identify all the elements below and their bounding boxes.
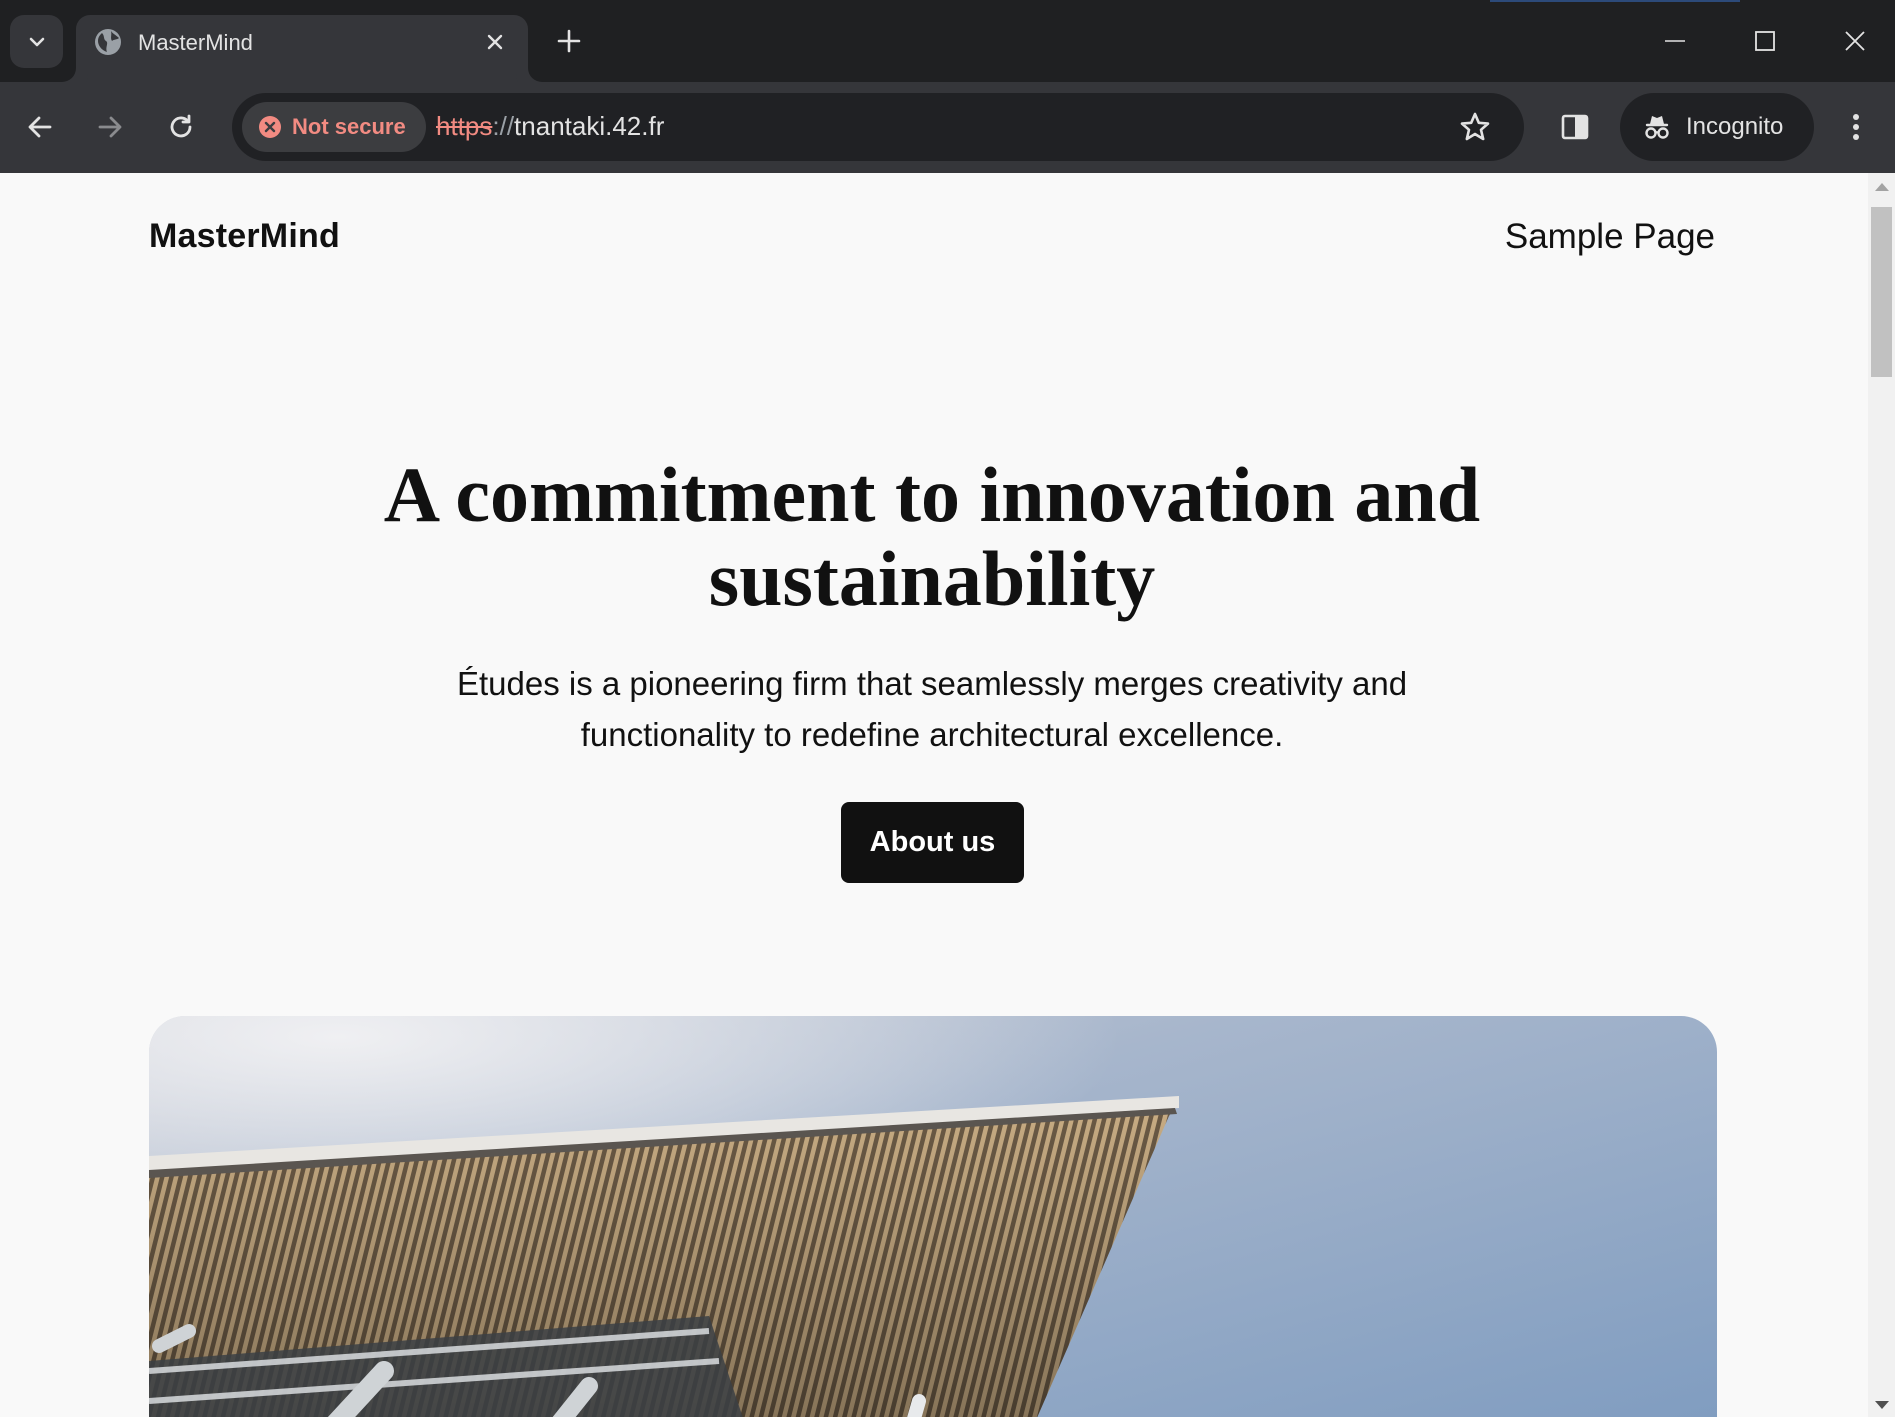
page-scrollbar[interactable] — [1868, 173, 1895, 1417]
plus-icon — [557, 29, 581, 53]
address-bar[interactable]: Not secure https://tnantaki.42.fr — [232, 93, 1524, 161]
building-canopy-photo — [149, 1016, 1717, 1417]
tab-search-button[interactable] — [10, 15, 63, 68]
scroll-down-arrow-icon[interactable] — [1875, 1401, 1889, 1409]
close-icon — [487, 34, 503, 50]
close-window-button[interactable] — [1830, 18, 1880, 64]
arrow-right-icon — [98, 116, 122, 138]
maximize-icon — [1755, 31, 1775, 51]
side-panel-icon — [1561, 114, 1589, 140]
nav-link-sample-page[interactable]: Sample Page — [1505, 217, 1715, 257]
maximize-button[interactable] — [1740, 18, 1790, 64]
window-accent-line — [1490, 0, 1740, 2]
browser-toolbar: Not secure https://tnantaki.42.fr Incogn… — [0, 82, 1895, 173]
reload-button[interactable] — [158, 104, 204, 150]
reload-icon — [170, 114, 192, 138]
page-viewport: MasterMind Sample Page A commitment to i… — [0, 173, 1895, 1417]
scroll-thumb[interactable] — [1871, 207, 1892, 377]
hero-heading: A commitment to innovation and sustainab… — [383, 451, 1481, 622]
chevron-down-icon — [29, 37, 44, 46]
bookmark-button[interactable] — [1452, 104, 1498, 150]
security-chip[interactable]: Not secure — [242, 102, 426, 152]
tab-mastermind[interactable]: MasterMind — [76, 15, 528, 82]
incognito-icon — [1645, 116, 1669, 139]
browser-menu-button[interactable] — [1836, 104, 1876, 150]
star-icon — [1460, 112, 1490, 141]
url-scheme: https — [436, 111, 493, 141]
new-tab-button[interactable] — [552, 24, 586, 58]
globe-icon — [95, 29, 121, 55]
tab-title: MasterMind — [138, 30, 253, 55]
minimize-icon — [1665, 40, 1685, 42]
warning-icon — [259, 116, 281, 138]
forward-button[interactable] — [87, 104, 133, 150]
close-icon — [1845, 31, 1865, 51]
tab-strip: MasterMind — [0, 0, 1895, 82]
hero-description: Études is a pioneering firm that seamles… — [456, 665, 1408, 753]
site-title-link[interactable]: MasterMind — [149, 217, 340, 256]
incognito-label: Incognito — [1686, 113, 1784, 140]
scroll-up-arrow-icon[interactable] — [1875, 183, 1889, 191]
minimize-button[interactable] — [1650, 18, 1700, 64]
security-label: Not secure — [292, 114, 406, 139]
more-vertical-icon — [1853, 114, 1859, 140]
url-host: tnantaki.42.fr — [514, 111, 665, 141]
arrow-left-icon — [28, 116, 52, 138]
incognito-button[interactable]: Incognito — [1620, 93, 1814, 161]
back-button[interactable] — [17, 104, 63, 150]
tab-close-button[interactable] — [480, 27, 510, 57]
url-separator: :// — [492, 111, 515, 141]
about-us-button[interactable]: About us — [841, 802, 1024, 883]
url-text[interactable]: https://tnantaki.42.fr — [436, 111, 664, 142]
side-panel-button[interactable] — [1552, 104, 1598, 150]
hero-building-image — [149, 1016, 1717, 1417]
